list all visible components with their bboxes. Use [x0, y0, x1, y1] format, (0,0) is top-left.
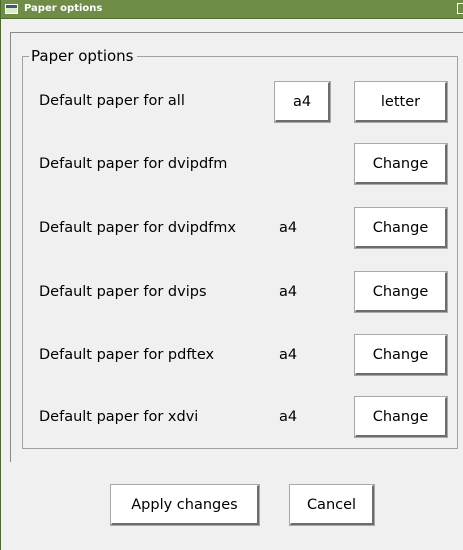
paper-a4-button[interactable]: a4: [274, 81, 331, 123]
group-legend: Paper options: [31, 47, 134, 65]
cancel-button[interactable]: Cancel: [289, 484, 375, 526]
paper-letter-button[interactable]: letter: [354, 81, 448, 123]
change-pdftex-button[interactable]: Change: [354, 334, 448, 376]
window-title: Paper options: [24, 3, 103, 14]
row-value-pdftex: a4: [279, 347, 298, 363]
change-dvips-button[interactable]: Change: [354, 271, 448, 313]
row-label-all: Default paper for all: [39, 93, 185, 109]
window-icon: [5, 4, 18, 14]
row-value-dvips: a4: [279, 284, 298, 300]
title-bar[interactable]: Paper options: [1, 0, 463, 19]
row-value-xdvi: a4: [279, 409, 298, 425]
change-xdvi-button[interactable]: Change: [354, 396, 448, 438]
row-label-dvipdfmx: Default paper for dvipdfmx: [39, 220, 236, 236]
row-label-dvips: Default paper for dvips: [39, 284, 207, 300]
maximize-icon[interactable]: [457, 3, 463, 14]
row-label-pdftex: Default paper for pdftex: [39, 347, 215, 363]
paper-options-window: Paper options Paper options Default pape…: [0, 0, 463, 550]
change-dvipdfm-button[interactable]: Change: [354, 143, 448, 185]
row-label-xdvi: Default paper for xdvi: [39, 409, 199, 425]
change-dvipdfmx-button[interactable]: Change: [354, 207, 448, 249]
apply-changes-button[interactable]: Apply changes: [110, 484, 260, 526]
row-label-dvipdfm: Default paper for dvipdfm: [39, 156, 228, 172]
row-value-dvipdfmx: a4: [279, 220, 298, 236]
